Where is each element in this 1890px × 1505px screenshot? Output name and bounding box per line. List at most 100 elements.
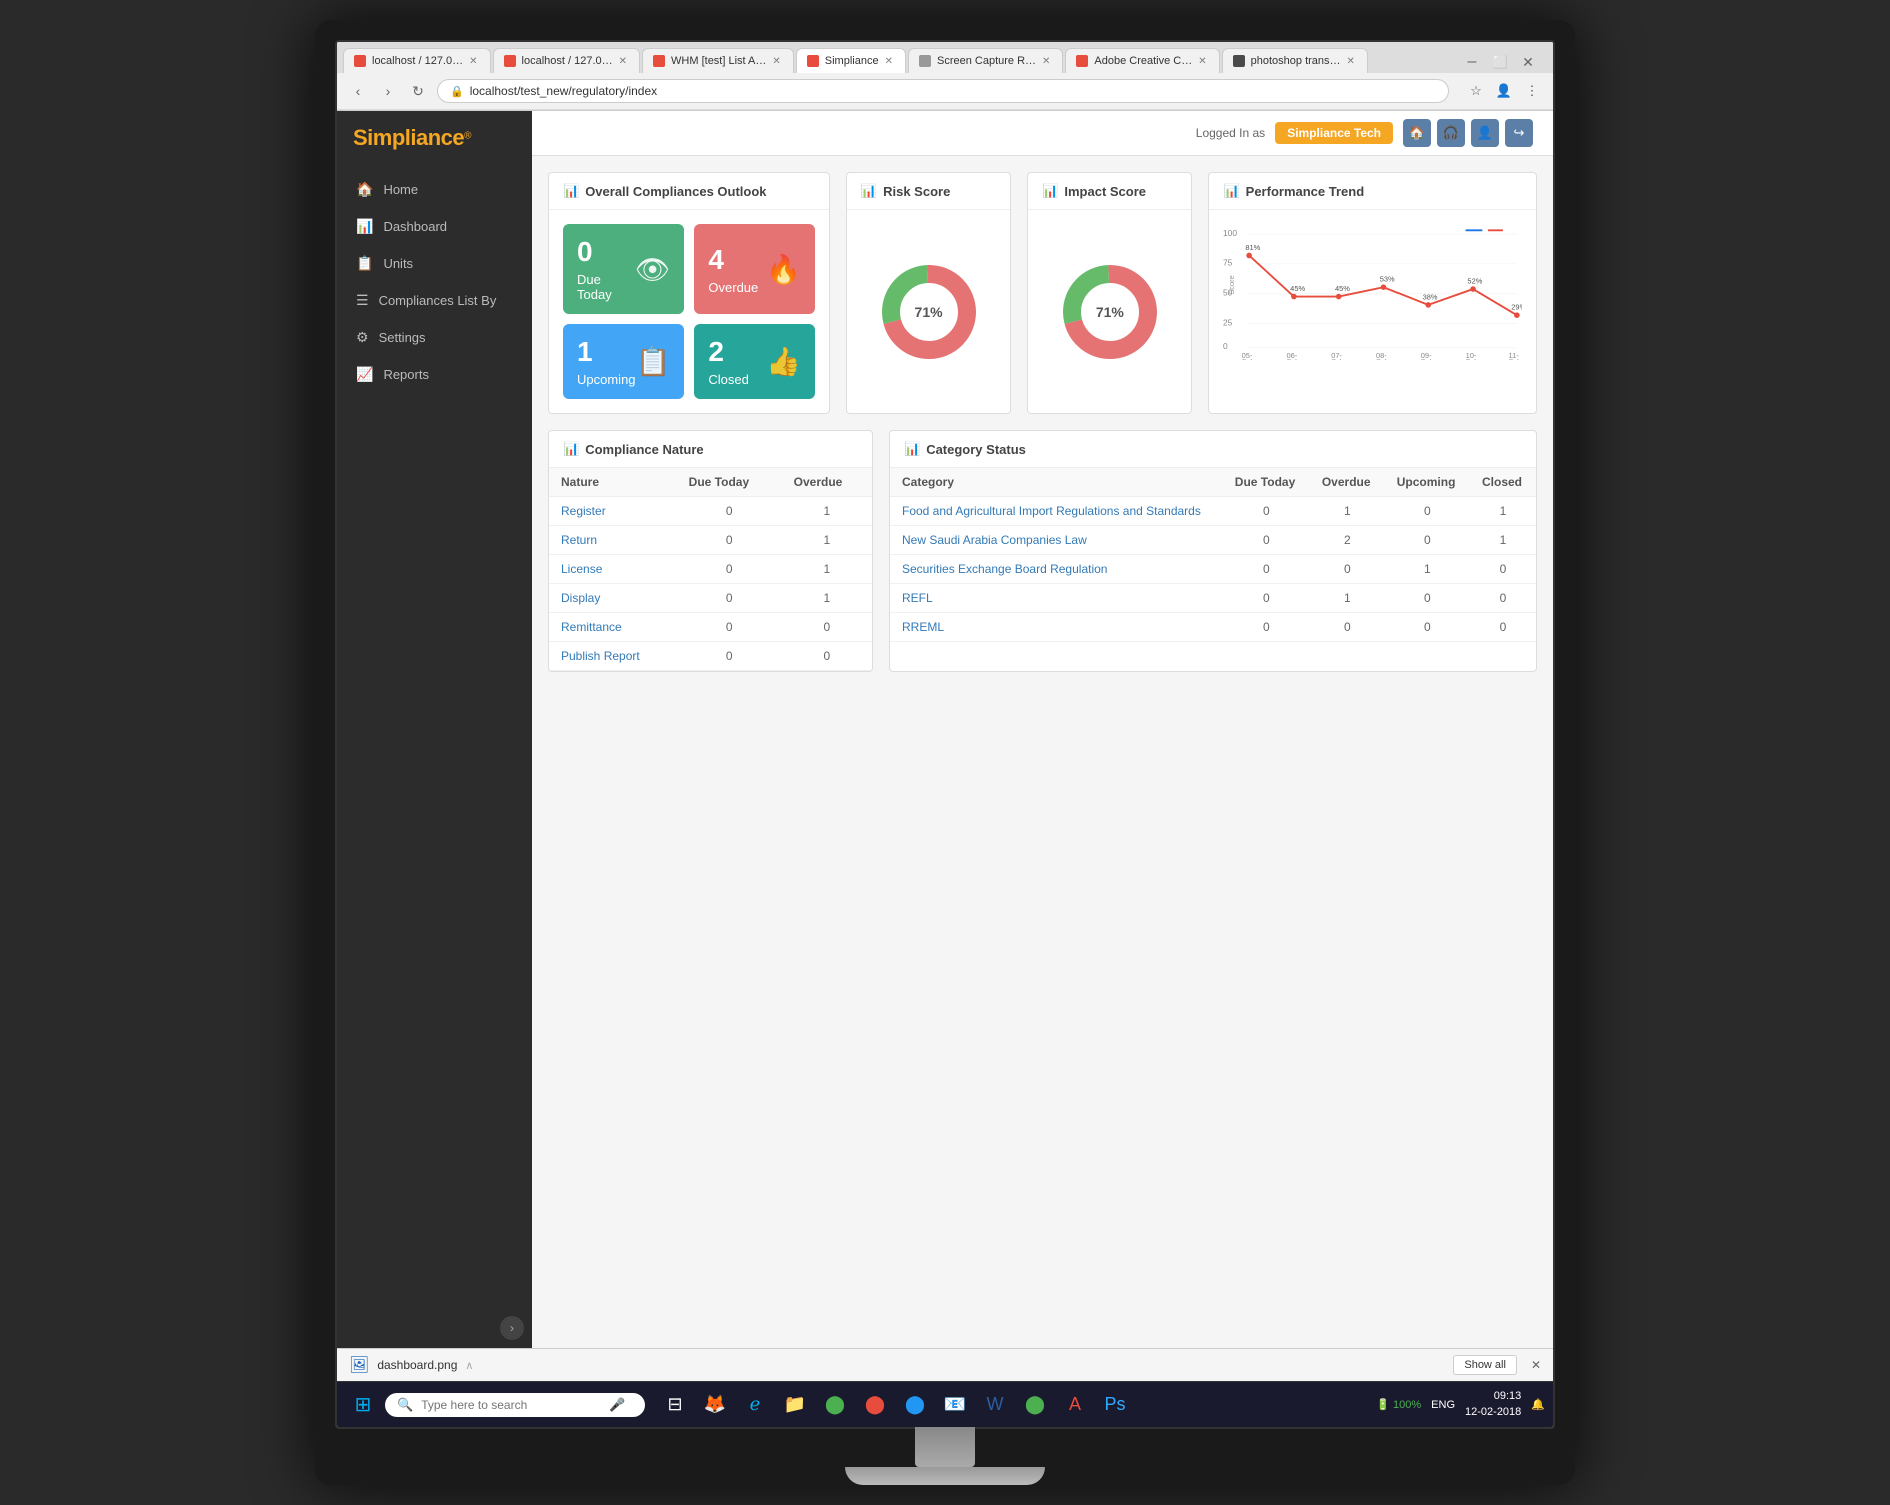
nature-cell-due: 0 bbox=[677, 613, 782, 642]
sidebar-item-reports[interactable]: 📈 Reports bbox=[337, 356, 532, 393]
nature-cell-name[interactable]: Register bbox=[549, 497, 677, 526]
tab-label-2: localhost / 127.0… bbox=[522, 55, 613, 67]
back-button[interactable]: ‹ bbox=[347, 80, 369, 102]
home-top-button[interactable]: 🏠 bbox=[1403, 119, 1431, 147]
tab-7[interactable]: photoshop trans… ✕ bbox=[1222, 48, 1368, 73]
tile-overdue[interactable]: 4 Overdue 🔥 bbox=[694, 224, 815, 314]
app6[interactable]: ⬤ bbox=[857, 1387, 893, 1423]
download-chevron[interactable]: ∧ bbox=[465, 1359, 473, 1372]
folder-app[interactable]: 📁 bbox=[777, 1387, 813, 1423]
list-icon: 📋 bbox=[636, 345, 671, 378]
cat-cell-name[interactable]: New Saudi Arabia Companies Law bbox=[890, 526, 1223, 555]
sidebar-item-dashboard[interactable]: 📊 Dashboard bbox=[337, 208, 532, 245]
eye-icon: 👁 bbox=[635, 253, 671, 286]
sidebar-item-units[interactable]: 📋 Units bbox=[337, 245, 532, 282]
toggle-sidebar-button[interactable]: › bbox=[500, 1316, 524, 1340]
tab-close-1[interactable]: ✕ bbox=[469, 56, 477, 67]
nature-cell-name[interactable]: Publish Report bbox=[549, 642, 677, 671]
tab-3[interactable]: WHM [test] List A… ✕ bbox=[642, 48, 794, 73]
nature-cell-name[interactable]: Remittance bbox=[549, 613, 677, 642]
more-icon[interactable]: ⋮ bbox=[1521, 80, 1543, 102]
sidebar-item-compliances[interactable]: ☰ Compliances List By bbox=[337, 282, 532, 319]
cat-cell-name[interactable]: REFL bbox=[890, 584, 1223, 613]
nature-cell-name[interactable]: Return bbox=[549, 526, 677, 555]
nature-cell-due: 0 bbox=[677, 642, 782, 671]
tab-close-2[interactable]: ✕ bbox=[619, 56, 627, 67]
bookmark-icon[interactable]: ☆ bbox=[1465, 80, 1487, 102]
svg-text:0: 0 bbox=[1223, 341, 1228, 351]
user-top-button[interactable]: 👤 bbox=[1471, 119, 1499, 147]
profile-icon[interactable]: 👤 bbox=[1493, 80, 1515, 102]
sidebar-label-dashboard: Dashboard bbox=[383, 219, 447, 234]
tab-favicon-4 bbox=[807, 55, 819, 67]
user-badge[interactable]: Simpliance Tech bbox=[1275, 122, 1393, 144]
tab-1[interactable]: localhost / 127.0… ✕ bbox=[343, 48, 491, 73]
tab-close-3[interactable]: ✕ bbox=[772, 56, 780, 67]
outlook-app[interactable]: 📧 bbox=[937, 1387, 973, 1423]
tab-close-6[interactable]: ✕ bbox=[1198, 56, 1206, 67]
compliances-icon: ☰ bbox=[356, 292, 369, 309]
mic-icon[interactable]: 🎤 bbox=[609, 1397, 625, 1413]
nature-col-due-today: Due Today bbox=[677, 468, 782, 497]
table-row: RREML 0 0 0 0 bbox=[890, 613, 1536, 642]
tile-due-today[interactable]: 0 Due Today 👁 bbox=[563, 224, 684, 314]
cat-col-closed: Closed bbox=[1470, 468, 1536, 497]
impact-donut-container: 71% bbox=[1028, 210, 1191, 413]
word-app[interactable]: W bbox=[977, 1387, 1013, 1423]
show-all-button[interactable]: Show all bbox=[1453, 1355, 1517, 1375]
card-impact-header: 📊 Impact Score bbox=[1028, 173, 1191, 210]
ie-app[interactable]: ℯ bbox=[737, 1387, 773, 1423]
tab-close-7[interactable]: ✕ bbox=[1347, 56, 1355, 67]
sidebar-item-home[interactable]: 🏠 Home bbox=[337, 171, 532, 208]
cat-cell-name[interactable]: RREML bbox=[890, 613, 1223, 642]
cat-cell-name[interactable]: Securities Exchange Board Regulation bbox=[890, 555, 1223, 584]
headphone-top-button[interactable]: 🎧 bbox=[1437, 119, 1465, 147]
taskbar-search-input[interactable] bbox=[421, 1398, 601, 1412]
download-close-button[interactable]: ✕ bbox=[1531, 1358, 1541, 1372]
firefox-app[interactable]: 🦊 bbox=[697, 1387, 733, 1423]
nature-cell-overdue: 1 bbox=[782, 526, 872, 555]
taskview-button[interactable]: ⊟ bbox=[657, 1387, 693, 1423]
card-performance-trend: 📊 Performance Trend 100 75 50 25 bbox=[1208, 172, 1537, 414]
windows-start-button[interactable]: ⊞ bbox=[345, 1387, 381, 1423]
app9[interactable]: ⬤ bbox=[1017, 1387, 1053, 1423]
tab-5[interactable]: Screen Capture R… ✕ bbox=[908, 48, 1063, 73]
table-row: Securities Exchange Board Regulation 0 0… bbox=[890, 555, 1536, 584]
monitor-stand bbox=[335, 1427, 1555, 1485]
cat-cell-name[interactable]: Food and Agricultural Import Regulations… bbox=[890, 497, 1223, 526]
ps-app[interactable]: Ps bbox=[1097, 1387, 1133, 1423]
app7[interactable]: ⬤ bbox=[897, 1387, 933, 1423]
tab-close-4[interactable]: ✕ bbox=[885, 56, 893, 67]
nature-cell-name[interactable]: Display bbox=[549, 584, 677, 613]
trend-chart-icon: 📊 bbox=[1223, 183, 1239, 199]
risk-donut-container: 71% bbox=[847, 210, 1010, 413]
svg-text:Feb: Feb bbox=[1509, 358, 1522, 360]
sidebar-label-reports: Reports bbox=[383, 367, 429, 382]
nature-cell-overdue: 0 bbox=[782, 613, 872, 642]
acrobat-app[interactable]: A bbox=[1057, 1387, 1093, 1423]
sidebar-label-home: Home bbox=[383, 182, 418, 197]
address-bar[interactable]: 🔒 localhost/test_new/regulatory/index bbox=[437, 79, 1449, 103]
taskbar-search-box[interactable]: 🔍 🎤 bbox=[385, 1393, 645, 1417]
tab-close-5[interactable]: ✕ bbox=[1042, 56, 1050, 67]
top-icons: 🏠 🎧 👤 ↪ bbox=[1403, 119, 1533, 147]
close-button[interactable]: ✕ bbox=[1517, 51, 1539, 73]
cat-cell-upcoming: 0 bbox=[1385, 584, 1470, 613]
notification-icon[interactable]: 🔔 bbox=[1531, 1398, 1545, 1411]
cat-col-category: Category bbox=[890, 468, 1223, 497]
forward-button[interactable]: › bbox=[377, 80, 399, 102]
nature-cell-due: 0 bbox=[677, 555, 782, 584]
logout-top-button[interactable]: ↪ bbox=[1505, 119, 1533, 147]
tile-closed[interactable]: 2 Closed 👍 bbox=[694, 324, 815, 399]
reload-button[interactable]: ↻ bbox=[407, 80, 429, 102]
tab-4[interactable]: Simpliance ✕ bbox=[796, 48, 906, 73]
table-row: Publish Report 0 0 bbox=[549, 642, 872, 671]
nature-cell-name[interactable]: License bbox=[549, 555, 677, 584]
chrome-app[interactable]: ⬤ bbox=[817, 1387, 853, 1423]
sidebar-item-settings[interactable]: ⚙ Settings bbox=[337, 319, 532, 356]
maximize-button[interactable]: ⬜ bbox=[1489, 51, 1511, 73]
minimize-button[interactable]: – bbox=[1461, 51, 1483, 73]
tile-upcoming[interactable]: 1 Upcoming 📋 bbox=[563, 324, 684, 399]
tab-2[interactable]: localhost / 127.0… ✕ bbox=[493, 48, 641, 73]
tab-6[interactable]: Adobe Creative C… ✕ bbox=[1065, 48, 1219, 73]
